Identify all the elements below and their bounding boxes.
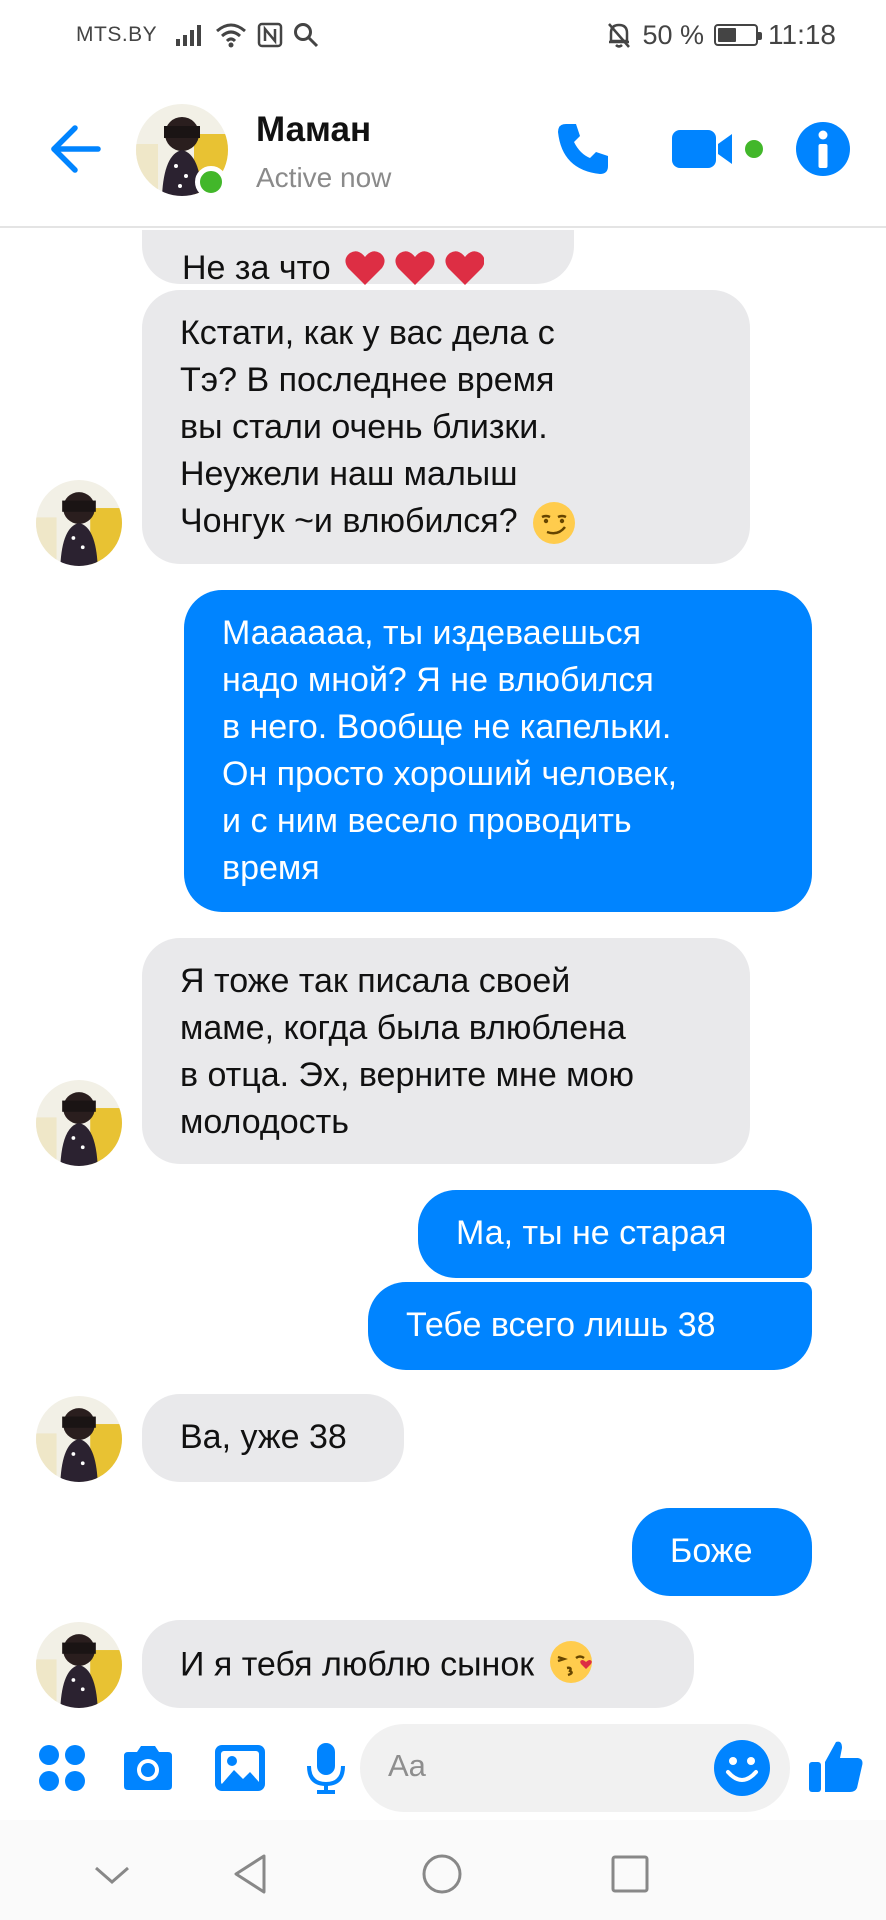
incoming-message[interactable]: Не за что [142,230,574,288]
message-text: Маааааа, ты издеваешься надо мной? Я не … [222,614,678,887]
back-arrow-icon[interactable] [48,122,102,176]
message-text: Кстати, как у вас дела с Тэ? В последнее… [180,314,555,540]
smirk-emoji [533,502,576,545]
battery-icon [714,24,762,46]
battery-percent: 50 % [642,19,704,50]
clock: 11:18 [768,19,836,50]
phone-call-icon[interactable] [552,118,614,180]
nav-down-icon[interactable] [88,1850,136,1898]
message-text: Тебе всего лишь 38 [406,1306,716,1344]
avatar-image [36,1622,122,1708]
nav-home-icon[interactable] [418,1850,466,1898]
outgoing-message[interactable]: Ма, ты не старая [418,1190,812,1278]
video-call-icon[interactable] [668,118,772,180]
microphone-icon[interactable] [298,1740,354,1796]
carrier-label: MTS.BY [76,23,158,46]
outgoing-message[interactable]: Маааааа, ты издеваешься надо мной? Я не … [184,590,812,912]
message-text: Ва, уже 38 [180,1418,347,1456]
incoming-message[interactable]: Я тоже так писала своей маме, когда была… [142,938,750,1164]
status-bar: MTS.BY 50 % 11:18 [0,0,886,70]
avatar-image [36,1080,122,1166]
contact-avatar[interactable] [36,1080,122,1166]
contact-avatar[interactable] [36,480,122,566]
message-text: И я тебя люблю сынок [180,1645,535,1684]
camera-icon[interactable] [120,1740,176,1796]
emoji-picker-icon[interactable] [712,1738,772,1798]
contact-status: Active now [256,162,392,193]
nfc-icon [257,22,283,48]
outgoing-message[interactable]: Тебе всего лишь 38 [368,1282,812,1370]
avatar-image [36,480,122,566]
thumbs-up-icon[interactable] [806,1736,866,1796]
message-text: Я тоже так писала своей маме, когда была… [180,962,634,1141]
contact-avatar[interactable] [36,1396,122,1482]
contact-name[interactable]: Маман [256,110,371,150]
message-text: Боже [670,1532,753,1570]
input-placeholder: Aa [388,1748,426,1783]
search-icon [294,23,319,48]
incoming-message[interactable]: И я тебя люблю сынок [142,1620,694,1708]
bell-off-icon [608,23,631,48]
message-thread[interactable]: Не за что Кстати, как у вас дела с Тэ? В… [0,230,886,1710]
status-left: MTS.BY [76,22,319,48]
gallery-icon[interactable] [212,1740,268,1796]
wifi-icon [216,23,247,48]
kiss-emoji [549,1641,592,1684]
avatar-image [36,1396,122,1482]
conversation-header: Маман Active now [0,82,886,228]
message-text: Не за что [182,249,331,288]
signal-icon [176,25,202,46]
message-text: Ма, ты не старая [456,1214,727,1252]
battery-fill [718,28,736,42]
online-indicator [195,166,227,198]
info-icon[interactable] [792,118,854,180]
nav-back-icon[interactable] [228,1850,276,1898]
incoming-message[interactable]: Ва, уже 38 [142,1394,404,1482]
message-input[interactable]: Aa [360,1724,790,1812]
status-right: 50 % 11:18 [606,19,836,51]
system-navigation-bar [0,1820,886,1920]
contact-avatar[interactable] [36,1622,122,1708]
apps-grid-icon[interactable] [34,1740,90,1796]
nav-recents-icon[interactable] [606,1850,654,1898]
outgoing-message[interactable]: Боже [632,1508,812,1596]
heart-emoji-x3 [345,251,485,286]
incoming-message[interactable]: Кстати, как у вас дела с Тэ? В последнее… [142,290,750,564]
message-composer: Aa [0,1718,886,1818]
